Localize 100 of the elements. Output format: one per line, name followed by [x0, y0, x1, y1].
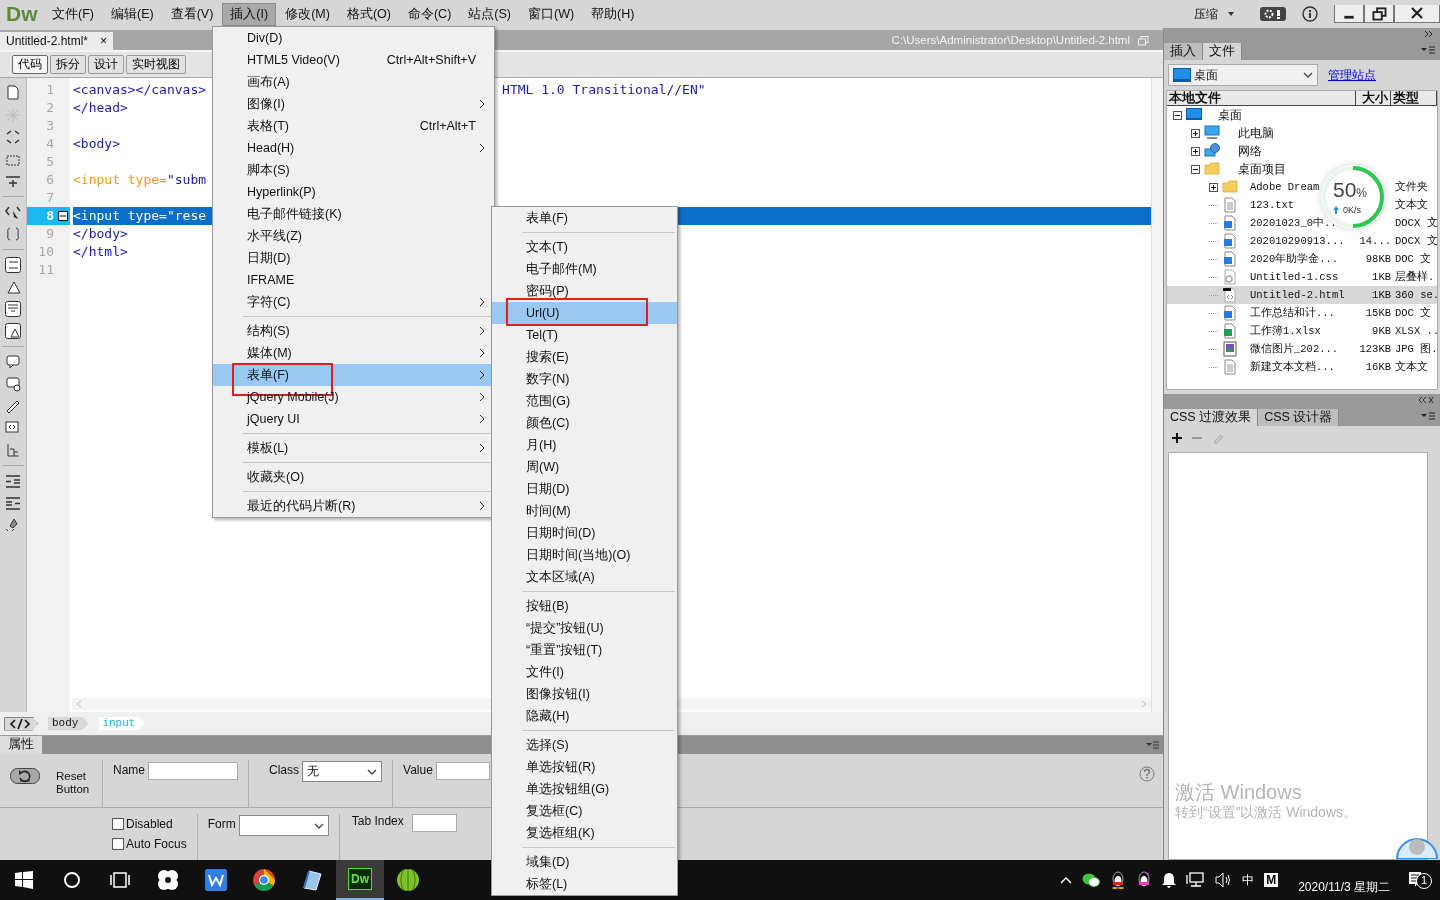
code-view-icon[interactable] — [9, 717, 31, 730]
panel-tab[interactable]: CSS 过渡效果 — [1164, 409, 1259, 426]
menu-item[interactable]: 日期(D) — [492, 478, 677, 500]
ball-icon[interactable] — [396, 868, 420, 892]
file-name[interactable]: 新建文本文档... — [1250, 360, 1335, 374]
gear-icon[interactable] — [1260, 7, 1286, 21]
document-app-icon[interactable] — [204, 868, 228, 892]
help-icon[interactable] — [1139, 766, 1155, 782]
date-text[interactable]: 2020/11/3 星期二 — [1298, 879, 1390, 895]
add-icon[interactable] — [1172, 433, 1182, 443]
collapse-icon[interactable] — [1191, 164, 1200, 174]
menu-item[interactable]: 文件(I) — [492, 661, 677, 683]
bell-icon[interactable] — [1162, 872, 1177, 888]
menu-item[interactable]: 搜索(E) — [492, 346, 677, 368]
remove-comment-icon[interactable] — [4, 375, 22, 393]
menu-item[interactable]: Head(H) — [213, 137, 494, 159]
menu-item[interactable]: 收藏夹(O) — [213, 466, 494, 488]
expand-icon[interactable] — [1191, 128, 1200, 138]
document-icon[interactable] — [4, 84, 22, 102]
menu-item[interactable]: 文本(T) — [492, 236, 677, 258]
menu-item[interactable]: 图像按钮(I) — [492, 683, 677, 705]
file-name[interactable]: 202010290913... — [1250, 234, 1345, 248]
view-button[interactable]: 设计 — [88, 55, 124, 74]
menu-item[interactable]: 复选框组(K) — [492, 822, 677, 844]
panel-menu-icon[interactable] — [1420, 45, 1436, 55]
menu-item[interactable]: 范围(G) — [492, 390, 677, 412]
file-name[interactable]: Adobe Dream — [1250, 180, 1320, 194]
menu-item[interactable]: 字符(C) — [213, 291, 494, 313]
tab-index-field[interactable] — [411, 814, 457, 832]
menu-item[interactable]: 查看(V) — [162, 2, 222, 26]
start-icon[interactable] — [14, 870, 34, 890]
menu-item[interactable]: 编辑(E) — [102, 2, 162, 26]
collapse-icon[interactable] — [1173, 110, 1182, 120]
input-method-button[interactable]: 中 — [1242, 872, 1255, 888]
file-name[interactable]: 20201023_0中... — [1250, 216, 1343, 230]
view-button[interactable]: 实时视图 — [126, 55, 186, 74]
menu-item[interactable]: 结构(S) — [213, 320, 494, 342]
file-name[interactable]: 工作簿1.xlsx — [1250, 324, 1321, 338]
workspace-switcher[interactable]: 压缩 — [1194, 6, 1218, 22]
search-icon[interactable] — [62, 870, 82, 890]
menu-item[interactable]: 按钮(B) — [492, 595, 677, 617]
close-button[interactable]: × — [100, 33, 108, 49]
volume-icon[interactable] — [1214, 872, 1233, 888]
menu-item[interactable]: HTML5 Video(V) Ctrl+Alt+Shift+V — [213, 49, 494, 71]
scrollbar[interactable] — [1151, 78, 1163, 712]
menu-item[interactable]: 窗口(W) — [519, 2, 583, 26]
comment-icon[interactable] — [4, 353, 22, 371]
menu-item[interactable]: “提交”按钮(U) — [492, 617, 677, 639]
menu-item[interactable]: Div(D) — [213, 27, 494, 49]
file-name[interactable]: 桌面 — [1218, 107, 1242, 123]
expand-icon[interactable] — [1191, 146, 1200, 156]
menu-item[interactable]: 媒体(M) — [213, 342, 494, 364]
menu-item[interactable]: 图像(I) — [213, 93, 494, 115]
menu-item[interactable]: Url(U) — [492, 302, 677, 324]
chat-icon[interactable] — [1082, 872, 1101, 888]
menu-item[interactable]: 帮助(H) — [583, 2, 643, 26]
caret-icon[interactable] — [1226, 10, 1236, 18]
file-row[interactable]: Untitled-2.html 1KB 360 se. — [1167, 286, 1437, 304]
menu-item[interactable]: 表格(T) Ctrl+Alt+T — [213, 115, 494, 137]
info-icon[interactable] — [1302, 6, 1318, 22]
file-name[interactable]: 123.txt — [1250, 198, 1295, 212]
menu-item[interactable]: 表单(F) — [492, 207, 677, 229]
menu-item[interactable]: 月(H) — [492, 434, 677, 456]
menu-item[interactable]: Tel(T) — [492, 324, 677, 346]
column-header[interactable]: 本地文件 — [1167, 91, 1356, 105]
indent-icon[interactable] — [4, 472, 22, 490]
browser-icon[interactable] — [252, 868, 276, 892]
menu-item[interactable]: 日期(D) — [213, 247, 494, 269]
view-button[interactable]: 代码 — [12, 55, 48, 74]
menu-item[interactable]: 文件(F) — [44, 2, 102, 26]
panel-tab[interactable]: 文件 — [1203, 43, 1242, 60]
fold-icon[interactable] — [58, 211, 68, 221]
menu-item[interactable]: 电子邮件链接(K) — [213, 203, 494, 225]
menu-item[interactable]: 水平线(Z) — [213, 225, 494, 247]
menu-item[interactable]: 日期时间(当地)(O) — [492, 544, 677, 566]
collapse-icon[interactable] — [4, 128, 22, 146]
braces-icon[interactable] — [4, 225, 22, 243]
menu-item[interactable]: 模板(L) — [213, 437, 494, 459]
checkbox[interactable] — [112, 818, 124, 830]
file-name[interactable]: 2020年助学金... — [1250, 252, 1339, 266]
menu-item[interactable]: 表单(F) — [213, 364, 494, 386]
menu-item[interactable]: 最近的代码片断(R) — [213, 495, 494, 517]
menu-item[interactable]: 电子邮件(M) — [492, 258, 677, 280]
menu-item[interactable]: 单选按钮(R) — [492, 756, 677, 778]
penguin-icon[interactable] — [1110, 871, 1127, 889]
menu-item[interactable]: 颜色(C) — [492, 412, 677, 434]
chevron-up-icon[interactable] — [1060, 876, 1073, 884]
menu-item[interactable]: 周(W) — [492, 456, 677, 478]
class-select[interactable]: 无 — [302, 761, 383, 782]
manage-sites-link[interactable]: 管理站点 — [1328, 67, 1376, 83]
menu-item[interactable]: 画布(A) — [213, 71, 494, 93]
notebook-icon[interactable] — [300, 868, 324, 892]
menu-item[interactable]: 插入(I) — [222, 2, 277, 26]
menu-item[interactable]: 标签(L) — [492, 873, 677, 895]
double-chevron-icon[interactable] — [1424, 30, 1434, 38]
menu-item[interactable]: 命令(C) — [399, 2, 460, 26]
file-name[interactable]: 工作总结和计... — [1250, 306, 1335, 320]
menu-item[interactable]: 站点(S) — [460, 2, 519, 26]
menu-item[interactable]: 格式(O) — [338, 2, 399, 26]
value-field[interactable] — [435, 762, 490, 780]
